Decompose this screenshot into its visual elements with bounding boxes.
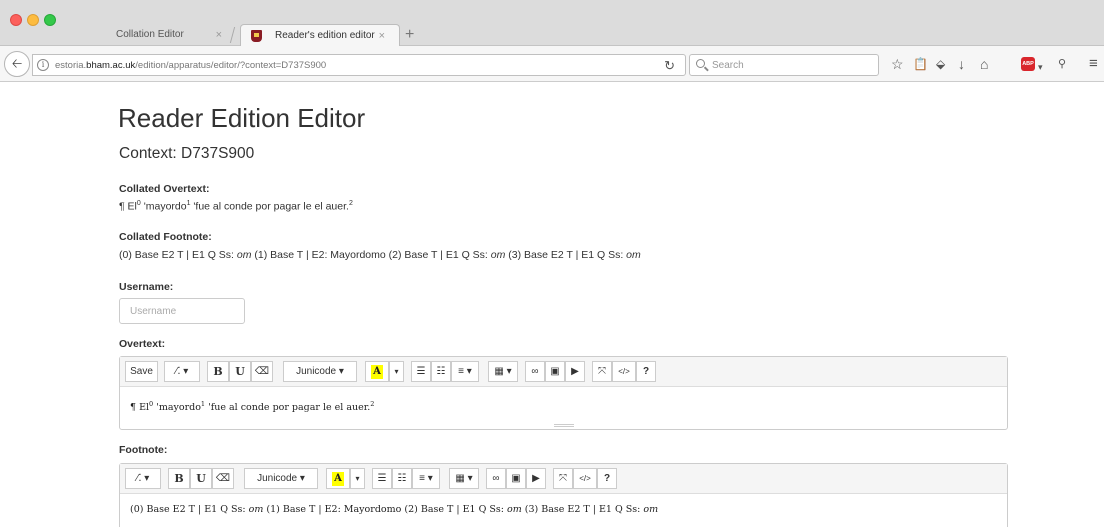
font-family-select[interactable]: Junicode ▾ [244,468,318,489]
menu-icon[interactable]: ≡ [1089,56,1098,72]
minimize-window-button[interactable] [27,14,39,26]
site-favicon-icon [251,30,262,42]
image-icon[interactable]: ▣ [506,468,526,489]
magic-wand-icon[interactable]: ⁄⁚ ▾ [164,361,200,382]
bold-button[interactable]: B [207,361,229,382]
username-label: Username: [119,281,174,293]
text-color-dropdown[interactable]: ▾ [350,468,365,489]
close-tab-icon[interactable]: × [379,25,385,47]
text-color-button[interactable]: A [365,361,389,382]
unordered-list-icon[interactable]: ☰ [372,468,392,489]
username-input[interactable] [119,298,245,324]
zoom-window-button[interactable] [44,14,56,26]
underline-button[interactable]: U [229,361,251,382]
link-icon[interactable]: ∞ [525,361,545,382]
footnote-editable[interactable]: (0) Base E2 T | E1 Q Ss: om (1) Base T |… [120,494,1007,515]
home-icon[interactable]: ⌂ [980,56,988,72]
tab-label: Collation Editor [116,29,184,40]
eraser-icon[interactable]: ⌫ [251,361,273,382]
search-icon [696,59,705,68]
align-icon[interactable]: ≡ ▾ [412,468,440,489]
underline-button[interactable]: U [190,468,212,489]
save-button[interactable]: Save [125,361,158,382]
code-view-icon[interactable]: </> [612,361,636,382]
footnote-editor: ⁄⁚ ▾ B U ⌫ Junicode ▾ A ▾ ☰ ☷ ≡ ▾ ▦ ▾ ∞ … [119,463,1008,527]
image-icon[interactable]: ▣ [545,361,565,382]
collated-overtext-label: Collated Overtext: [119,183,210,195]
address-bar[interactable]: i estoria.bham.ac.uk/edition/apparatus/e… [32,54,686,76]
collated-overtext: ¶ El0 'mayordo1 'fue al conde por pagar … [119,200,353,213]
browser-nav-bar: 🡠 i estoria.bham.ac.uk/edition/apparatus… [0,46,1104,82]
dropdown-caret-icon[interactable]: ▾ [1038,59,1043,75]
help-icon[interactable]: ? [636,361,656,382]
text-color-icon: A [371,365,383,379]
text-color-icon: A [332,472,344,486]
search-bar[interactable]: Search [689,54,879,76]
search-placeholder: Search [712,60,744,71]
ordered-list-icon[interactable]: ☷ [392,468,412,489]
video-icon[interactable]: ▶ [526,468,546,489]
info-icon[interactable]: i [37,59,49,71]
help-icon[interactable]: ? [597,468,617,489]
ordered-list-icon[interactable]: ☷ [431,361,451,382]
text-color-button[interactable]: A [326,468,350,489]
link-icon[interactable]: ∞ [486,468,506,489]
reload-icon[interactable]: ↻ [664,55,675,76]
table-icon[interactable]: ▦ ▾ [449,468,479,489]
close-tab-icon[interactable]: × [216,24,222,46]
tab-label: Reader's edition editor [275,30,375,41]
table-icon[interactable]: ▦ ▾ [488,361,518,382]
context-label: Context: D737S900 [119,145,255,162]
fullscreen-icon[interactable]: ⤧ [592,361,612,382]
fullscreen-icon[interactable]: ⤧ [553,468,573,489]
reading-list-icon[interactable]: 📋 [913,56,928,72]
resize-handle[interactable] [554,424,574,427]
font-family-select[interactable]: Junicode ▾ [283,361,357,382]
eraser-icon[interactable]: ⌫ [212,468,234,489]
page-title: Reader Edition Editor [118,103,366,133]
align-icon[interactable]: ≡ ▾ [451,361,479,382]
browser-tab-bar: Collation Editor × Reader's edition edit… [0,0,1104,47]
bold-button[interactable]: B [168,468,190,489]
overtext-toolbar: Save ⁄⁚ ▾ B U ⌫ Junicode ▾ A ▾ ☰ ☷ ≡ ▾ ▦… [120,357,1007,387]
footnote-label: Footnote: [119,444,168,456]
tab-readers-edition-editor[interactable]: Reader's edition editor × [240,24,400,47]
back-button[interactable]: 🡠 [4,51,30,77]
overtext-editor: Save ⁄⁚ ▾ B U ⌫ Junicode ▾ A ▾ ☰ ☷ ≡ ▾ ▦… [119,356,1008,430]
video-icon[interactable]: ▶ [565,361,585,382]
overtext-editable[interactable]: ¶ El0 'mayordo1 'fue al conde por pagar … [120,387,1007,413]
new-tab-button[interactable]: + [405,24,414,46]
collated-footnote-label: Collated Footnote: [119,231,212,243]
download-icon[interactable]: ↓ [958,56,965,72]
back-arrow-icon: 🡠 [11,56,23,71]
star-icon[interactable]: ☆ [891,56,904,72]
text-color-dropdown[interactable]: ▾ [389,361,404,382]
overtext-label: Overtext: [119,338,166,350]
extension-icon[interactable]: ⚲ [1058,56,1066,72]
close-window-button[interactable] [10,14,22,26]
footnote-toolbar: ⁄⁚ ▾ B U ⌫ Junicode ▾ A ▾ ☰ ☷ ≡ ▾ ▦ ▾ ∞ … [120,464,1007,494]
unordered-list-icon[interactable]: ☰ [411,361,431,382]
collated-footnote: (0) Base E2 T | E1 Q Ss: om (1) Base T |… [119,249,641,261]
url-text: estoria.bham.ac.uk/edition/apparatus/edi… [55,60,327,71]
tab-collation-editor[interactable]: Collation Editor × [100,24,238,46]
magic-wand-icon[interactable]: ⁄⁚ ▾ [125,468,161,489]
pocket-icon[interactable]: ⬙ [936,56,945,72]
code-view-icon[interactable]: </> [573,468,597,489]
adblock-icon[interactable]: ABP [1021,57,1035,71]
